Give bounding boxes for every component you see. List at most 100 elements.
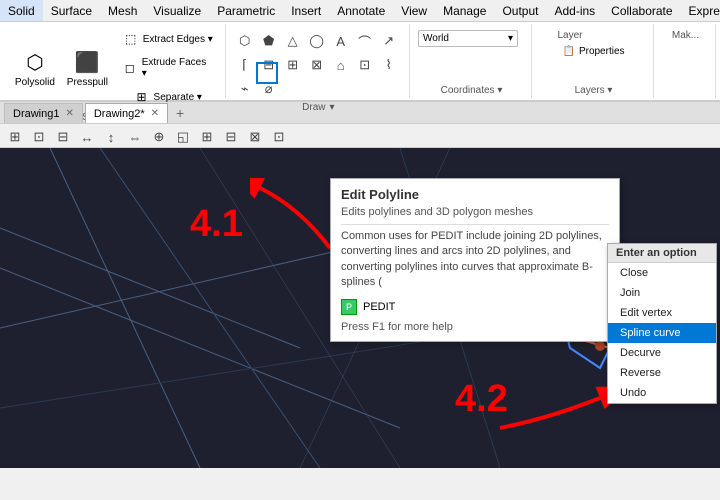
layer-properties-label: Properties	[579, 46, 625, 57]
world-dropdown-arrow: ▾	[508, 33, 513, 44]
extrude-faces-icon: ◻	[120, 58, 140, 78]
doc-tab-drawing1[interactable]: Drawing1 ✕	[4, 103, 83, 123]
ribbon-group-layers: Layer 📋 Properties Layers ▾	[534, 24, 654, 98]
draw-btn-15[interactable]: ⌁	[234, 78, 256, 100]
toolbar-btn-ducs[interactable]: ⊕	[148, 126, 170, 148]
draw-btn-8[interactable]: ⌈	[234, 54, 256, 76]
doc-tab-drawing2-close[interactable]: ✕	[151, 108, 159, 119]
ribbon-group-coordinates: World ▾ Coordinates ▾	[412, 24, 532, 98]
context-menu-undo[interactable]: Undo	[608, 383, 716, 403]
draw-btn-6[interactable]: ⌒	[354, 30, 376, 52]
extrude-faces-button[interactable]: ◻ Extrude Faces ▾	[115, 54, 219, 82]
world-label: World	[423, 33, 449, 44]
annotation-4-1: 4.1	[190, 203, 243, 246]
doc-tab-drawing2-label: Drawing2*	[94, 108, 145, 120]
menu-visualize[interactable]: Visualize	[145, 0, 209, 21]
menu-parametric[interactable]: Parametric	[209, 0, 283, 21]
context-menu-spline-curve[interactable]: Spline curve	[608, 323, 716, 343]
toolbar-btn-sel[interactable]: ⊠	[244, 126, 266, 148]
layers-controls: Layer 📋 Properties	[557, 30, 629, 60]
coordinates-controls: World ▾	[418, 30, 525, 47]
menu-view[interactable]: View	[393, 0, 435, 21]
annotation-4-2: 4.2	[455, 378, 508, 421]
context-menu-decurve[interactable]: Decurve	[608, 343, 716, 363]
layers-label: Layers ▾	[575, 83, 613, 96]
tooltip-footer: P PEDIT Press F1 for more help	[341, 299, 609, 333]
menu-mesh[interactable]: Mesh	[100, 0, 145, 21]
draw-btn-14[interactable]: ⌇	[378, 54, 400, 76]
toolbar-btn-snap[interactable]: ⊞	[4, 126, 26, 148]
coordinates-label: Coordinates ▾	[441, 83, 503, 96]
draw-btn-4[interactable]: ◯	[306, 30, 328, 52]
doc-tab-drawing1-label: Drawing1	[13, 108, 59, 120]
toolbar-btn-osnap[interactable]: ↕	[100, 126, 122, 148]
menu-bar: Solid Surface Mesh Visualize Parametric …	[0, 0, 720, 22]
menu-insert[interactable]: Insert	[283, 0, 329, 21]
extract-edges-button[interactable]: ⬚ Extract Edges ▾	[115, 26, 219, 52]
doc-tab-drawing2[interactable]: Drawing2* ✕	[85, 103, 168, 123]
presspull-icon: ⬛	[73, 49, 101, 77]
toolbar-btn-anno[interactable]: ⊡	[268, 126, 290, 148]
doc-tab-drawing1-close[interactable]: ✕	[65, 108, 73, 119]
draw-btn-1[interactable]: ⬡	[234, 30, 256, 52]
context-menu-reverse[interactable]: Reverse	[608, 363, 716, 383]
ribbon-panel: ⬡ Polysolid ⬛ Presspull ⬚ Extract Edges …	[0, 22, 720, 102]
presspull-button[interactable]: ⬛ Presspull	[62, 42, 113, 94]
menu-solid[interactable]: Solid	[0, 0, 43, 21]
draw-btn-2[interactable]: ⬟	[258, 30, 280, 52]
world-dropdown[interactable]: World ▾	[418, 30, 518, 47]
menu-express-tools[interactable]: Express Tools	[681, 0, 720, 21]
tooltip-title: Edit Polyline	[341, 187, 609, 202]
toolbar-btn-lw[interactable]: ⊞	[196, 126, 218, 148]
draw-btn-10[interactable]: ⊞	[282, 54, 304, 76]
context-menu-header: Enter an option	[608, 244, 716, 263]
menu-surface[interactable]: Surface	[43, 0, 100, 21]
layer-properties-icon: 📋	[562, 46, 574, 57]
menu-collaborate[interactable]: Collaborate	[603, 0, 680, 21]
tooltip-panel: Edit Polyline Edits polylines and 3D pol…	[330, 178, 620, 342]
menu-output[interactable]: Output	[494, 0, 546, 21]
doc-tabs: Drawing1 ✕ Drawing2* ✕ +	[0, 102, 720, 124]
layer-properties-button[interactable]: 📋 Properties	[557, 43, 629, 60]
toolbar-btn-polar[interactable]: ↔	[76, 126, 98, 148]
draw-btn-16[interactable]: ⌀	[258, 78, 280, 100]
toolbar-row: ⊞ ⊡ ⊟ ↔ ↕ ⇔ ⊕ ◱ ⊞ ⊟ ⊠ ⊡	[0, 124, 720, 148]
extract-edges-icon: ⬚	[121, 29, 141, 49]
context-menu-close[interactable]: Close	[608, 263, 716, 283]
toolbar-btn-otrack[interactable]: ⇔	[124, 126, 146, 148]
tooltip-subtitle: Edits polylines and 3D polygon meshes	[341, 206, 609, 218]
polysolid-icon: ⬡	[21, 49, 49, 77]
menu-manage[interactable]: Manage	[435, 0, 494, 21]
tooltip-help: Press F1 for more help	[341, 321, 609, 333]
doc-tab-new-button[interactable]: +	[170, 103, 190, 123]
toolbar-btn-grid[interactable]: ⊡	[28, 126, 50, 148]
draw-btn-13[interactable]: ⊡	[354, 54, 376, 76]
ribbon-group-solid-editing: ⬡ Polysolid ⬛ Presspull ⬚ Extract Edges …	[4, 24, 226, 98]
toolbar-btn-ortho[interactable]: ⊟	[52, 126, 74, 148]
pedit-icon: P	[341, 299, 357, 315]
draw-btn-5[interactable]: A	[330, 30, 352, 52]
draw-label: Draw ▾	[302, 100, 334, 113]
draw-btn-3[interactable]: △	[282, 30, 304, 52]
toolbar-btn-trans[interactable]: ⊟	[220, 126, 242, 148]
ribbon-group-draw: ⬡ ⬟ △ ◯ A ⌒ ↗ ⌈ ⊟ ⊞ ⊠ ⌂ ⊡ ⌇ ⌁ ⌀ Draw ▾	[228, 24, 410, 98]
draw-btn-12[interactable]: ⌂	[330, 54, 352, 76]
layer-label: Layer	[557, 30, 629, 41]
make-placeholder: Mak...	[672, 30, 699, 41]
tooltip-body: Common uses for PEDIT include joining 2D…	[341, 229, 609, 291]
canvas-area[interactable]: ✕ Z 4.1 4.2 Edit Polyline Edits polyline	[0, 148, 720, 468]
context-menu-edit-vertex[interactable]: Edit vertex	[608, 303, 716, 323]
toolbar-btn-dyn[interactable]: ◱	[172, 126, 194, 148]
context-menu: Enter an option Close Join Edit vertex S…	[607, 243, 717, 404]
solid-editing-buttons: ⬡ Polysolid ⬛ Presspull ⬚ Extract Edges …	[10, 26, 219, 110]
polysolid-button[interactable]: ⬡ Polysolid	[10, 42, 60, 94]
tooltip-command: P PEDIT	[341, 299, 609, 315]
menu-addins[interactable]: Add-ins	[546, 0, 603, 21]
menu-annotate[interactable]: Annotate	[329, 0, 393, 21]
context-menu-join[interactable]: Join	[608, 283, 716, 303]
draw-btn-9[interactable]: ⊟	[258, 54, 280, 76]
draw-buttons: ⬡ ⬟ △ ◯ A ⌒ ↗ ⌈ ⊟ ⊞ ⊠ ⌂ ⊡ ⌇ ⌁ ⌀	[234, 30, 403, 100]
draw-btn-11[interactable]: ⊠	[306, 54, 328, 76]
ribbon-group-make: Mak...	[656, 24, 716, 98]
draw-btn-7[interactable]: ↗	[378, 30, 400, 52]
